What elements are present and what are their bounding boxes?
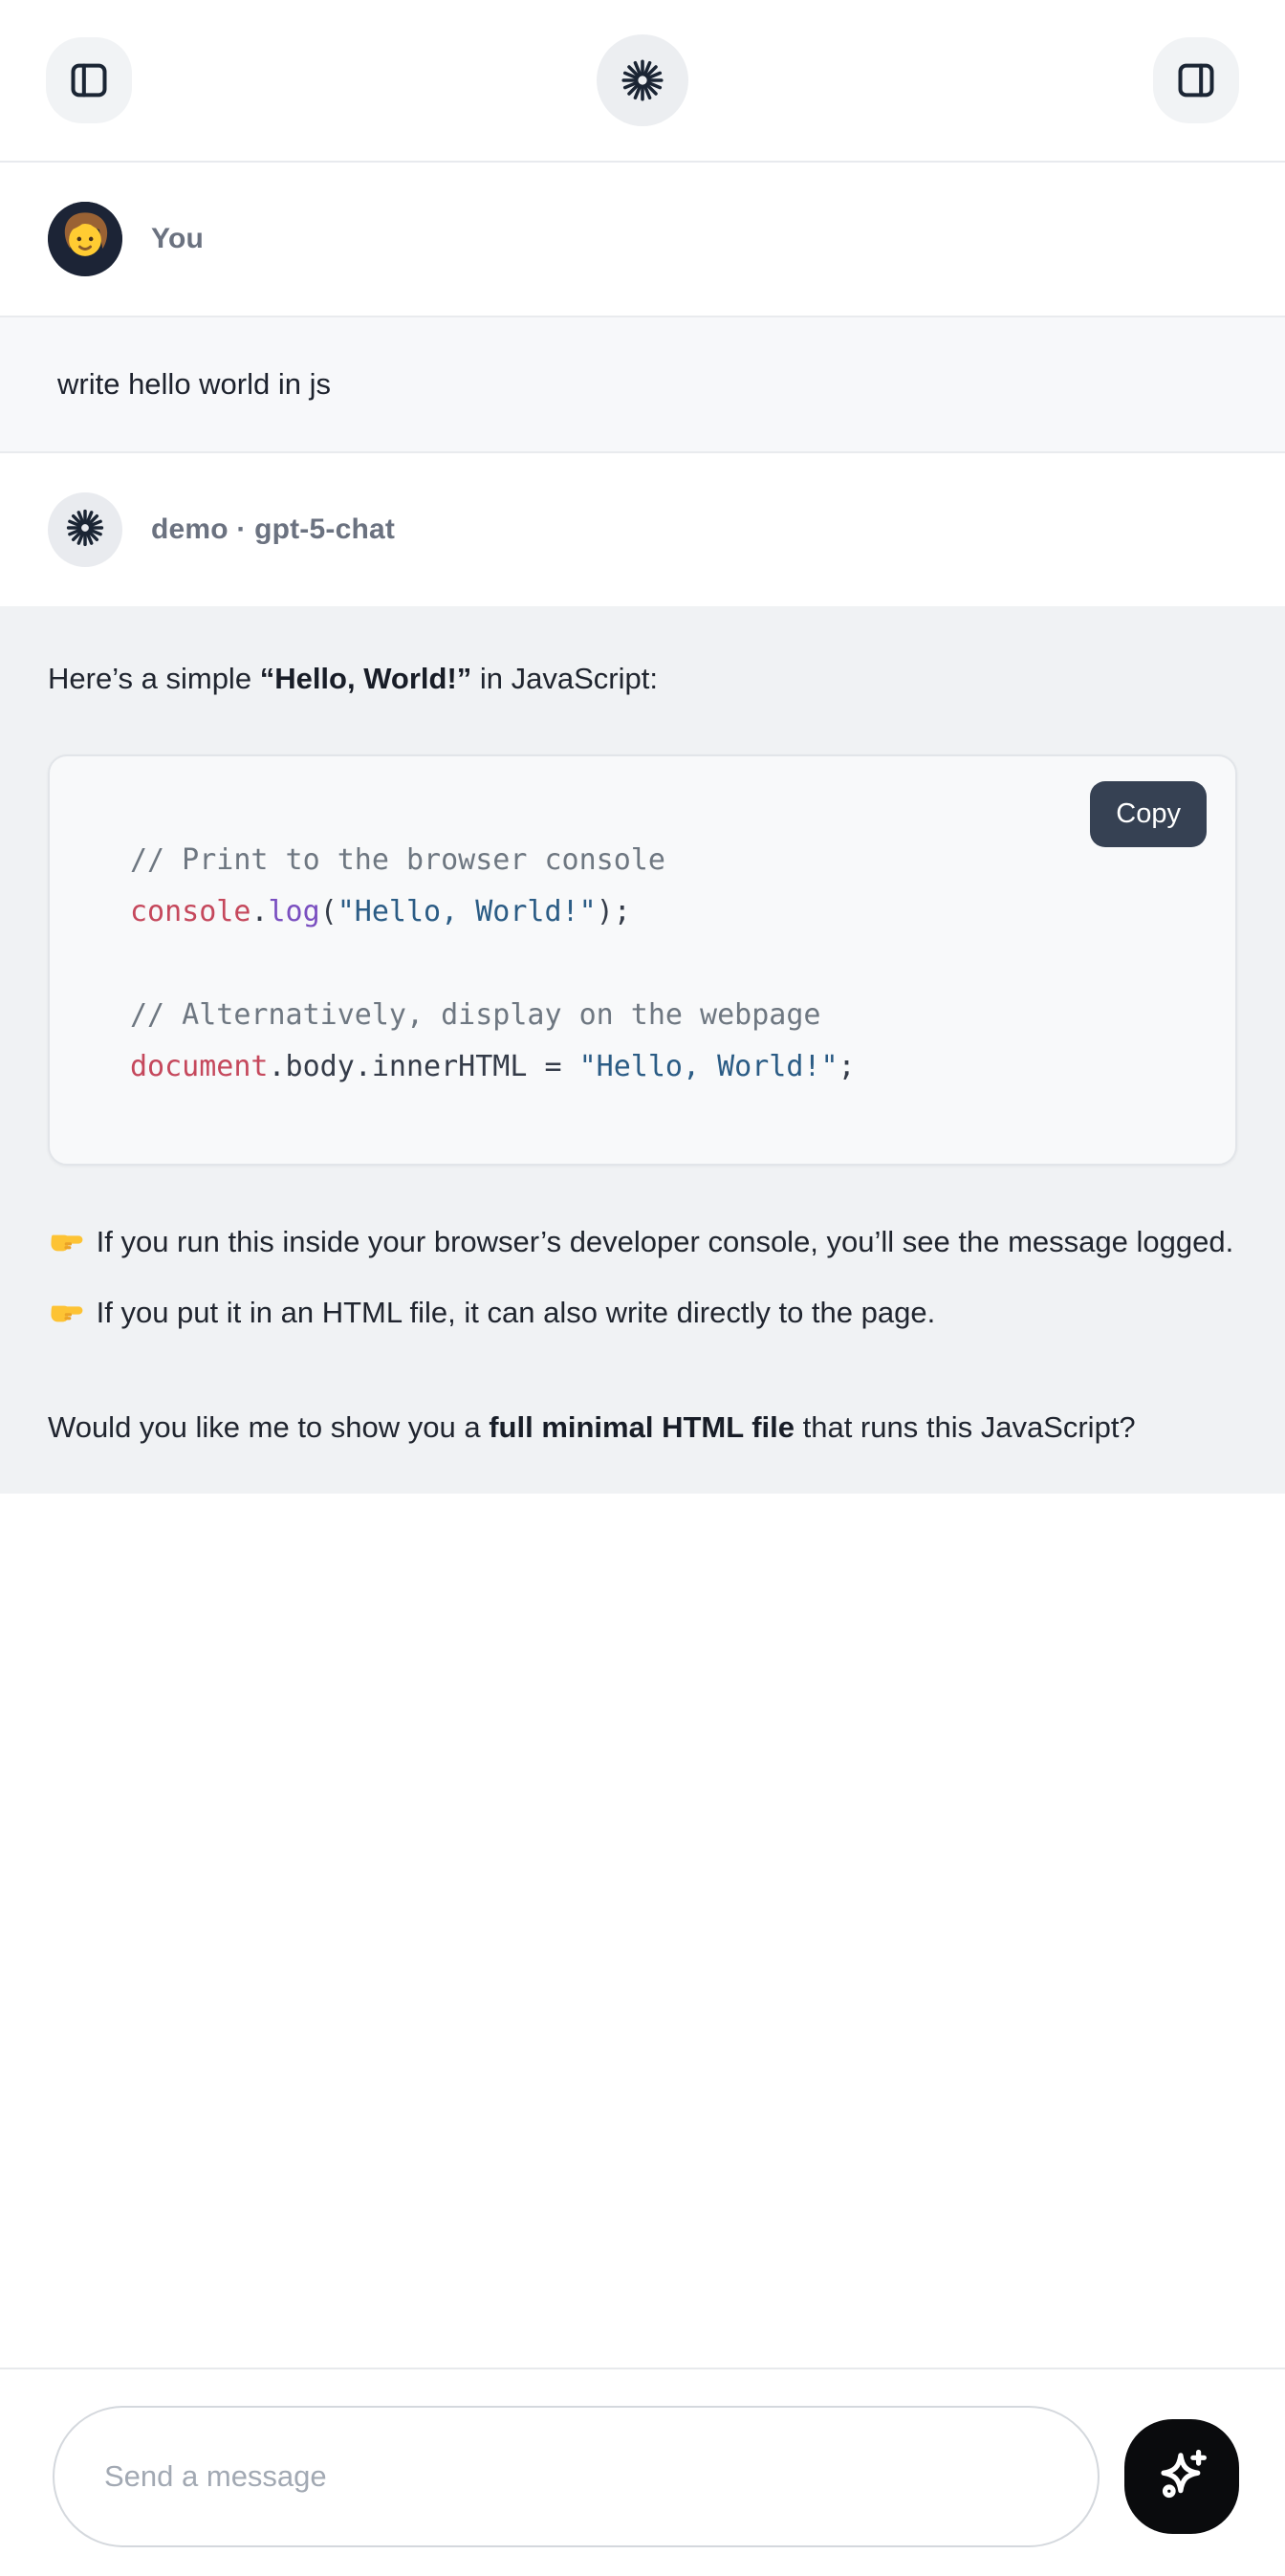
copy-code-button[interactable]: Copy [1090, 781, 1207, 847]
user-sender-label: You [151, 223, 204, 255]
starburst-icon [619, 56, 666, 104]
assistant-followup-paragraph: Would you like me to show you a full min… [48, 1395, 1237, 1459]
top-bar [0, 0, 1285, 163]
panel-right-icon [1174, 58, 1218, 102]
user-sender-row: You [0, 163, 1285, 316]
sparkle-plus-icon [1150, 2444, 1213, 2510]
right-panel-toggle-button[interactable] [1153, 37, 1239, 123]
model-button[interactable] [597, 34, 688, 126]
user-avatar [48, 202, 122, 276]
assistant-sender-label: demo · gpt-5-chat [151, 513, 395, 546]
sidebar-toggle-button[interactable] [46, 37, 132, 123]
code-content: // Print to the browser consoleconsole.l… [130, 835, 1197, 1093]
assistant-message: demo · gpt-5-chat Here’s a simple “Hello… [0, 453, 1285, 1494]
assistant-avatar [48, 492, 122, 567]
composer-bar [0, 2368, 1285, 2576]
pointing-finger-emoji [48, 1287, 84, 1351]
assistant-tips-paragraph: If you run this inside your browser’s de… [48, 1210, 1237, 1351]
chat-empty-area [0, 1494, 1285, 2368]
starburst-icon [64, 507, 106, 554]
code-block: Copy // Print to the browser consolecons… [48, 754, 1237, 1166]
chat-app: You write hello world in js [0, 0, 1285, 2576]
pointing-finger-emoji [48, 1216, 84, 1280]
message-input[interactable] [53, 2406, 1100, 2547]
user-message-text: write hello world in js [0, 316, 1285, 453]
assistant-intro-paragraph: Here’s a simple “Hello, World!” in JavaS… [48, 646, 1237, 710]
ai-actions-button[interactable] [1124, 2419, 1239, 2534]
person-emoji-avatar [48, 202, 122, 276]
user-message: You write hello world in js [0, 163, 1285, 453]
assistant-sender-row: demo · gpt-5-chat [0, 453, 1285, 606]
assistant-message-body: Here’s a simple “Hello, World!” in JavaS… [0, 606, 1285, 1494]
panel-left-icon [67, 58, 111, 102]
